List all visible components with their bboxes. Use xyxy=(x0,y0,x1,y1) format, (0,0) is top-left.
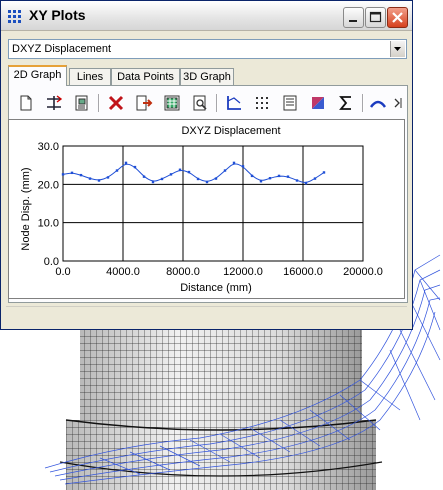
delete-button[interactable] xyxy=(106,93,126,113)
minimize-icon xyxy=(349,20,357,22)
curve-button[interactable] xyxy=(368,93,388,113)
y-tick-label: 10.0 xyxy=(38,218,59,230)
axes-button[interactable] xyxy=(224,93,244,113)
copy-button[interactable] xyxy=(72,93,92,113)
y-tick-label: 20.0 xyxy=(38,179,59,191)
export-button[interactable] xyxy=(134,93,154,113)
print-preview-icon xyxy=(193,95,207,111)
grid-icon xyxy=(256,97,268,109)
chart-series xyxy=(61,161,326,185)
data-point xyxy=(223,169,227,172)
dropdown-value: DXYZ Displacement xyxy=(12,43,112,55)
properties-icon xyxy=(283,95,297,111)
data-point xyxy=(151,180,155,184)
chart-grid xyxy=(62,145,364,262)
data-point xyxy=(142,175,146,178)
data-point xyxy=(79,173,83,177)
close-icon xyxy=(392,12,403,23)
print-button[interactable] xyxy=(162,93,182,113)
series-line xyxy=(62,163,325,183)
sum-icon xyxy=(339,96,351,110)
y-tick-label: 30.0 xyxy=(38,141,59,153)
y-axis-label: Node Disp. (mm) xyxy=(20,167,32,250)
grid-button[interactable] xyxy=(252,93,272,113)
data-point xyxy=(232,161,236,165)
y-tick-label: 0.0 xyxy=(44,256,59,268)
app-grid-icon xyxy=(8,10,21,23)
data-point xyxy=(205,180,209,184)
data-point xyxy=(241,165,245,168)
data-point xyxy=(259,180,263,183)
dropdown-arrow-button[interactable] xyxy=(390,41,405,57)
maximize-icon xyxy=(369,11,382,23)
x-tick-label: 20000.0 xyxy=(343,266,383,278)
x-tick-label: 16000.0 xyxy=(283,266,323,278)
xy-plots-window: XY Plots DXYZ Displacement 2D Graph Line… xyxy=(0,0,413,330)
data-point xyxy=(322,171,326,174)
x-tick-label: 8000.0 xyxy=(166,266,200,278)
data-point xyxy=(61,173,65,176)
plot-select-dropdown[interactable]: DXYZ Displacement xyxy=(8,39,407,59)
tab-2d-graph[interactable]: 2D Graph xyxy=(8,65,67,86)
more-button[interactable] xyxy=(392,93,404,113)
delete-icon xyxy=(108,95,124,111)
data-point xyxy=(106,176,110,179)
print-icon xyxy=(164,95,180,111)
print-preview-button[interactable] xyxy=(190,93,210,113)
fill-icon xyxy=(312,97,324,109)
x-axis-label: Distance (mm) xyxy=(180,282,252,294)
fit-button[interactable] xyxy=(44,93,64,113)
curve-icon xyxy=(369,100,387,108)
graph-area[interactable]: DXYZ Displacement 0.0 4000.0 8000.0 12000.0… xyxy=(8,119,405,299)
tab-data-points[interactable]: Data Points xyxy=(111,68,180,86)
chart-ticks: 0.0 4000.0 8000.0 12000.0 16000.0 20000.00.01… xyxy=(38,141,383,278)
sum-button[interactable] xyxy=(336,93,356,113)
status-bar xyxy=(6,306,407,324)
tab-3d-graph[interactable]: 3D Graph xyxy=(180,68,234,86)
minimize-button[interactable] xyxy=(343,7,364,28)
x-tick-label: 12000.0 xyxy=(223,266,263,278)
title-bar[interactable]: XY Plots xyxy=(1,1,412,31)
window-title: XY Plots xyxy=(29,7,86,23)
chevron-down-icon xyxy=(394,47,401,51)
data-point xyxy=(295,179,299,182)
axes-icon xyxy=(227,96,241,110)
data-point xyxy=(124,161,128,165)
close-button[interactable] xyxy=(387,7,408,28)
export-icon xyxy=(136,95,153,111)
new-icon xyxy=(20,95,32,111)
data-point xyxy=(169,173,173,176)
data-point xyxy=(196,177,200,181)
data-point xyxy=(277,174,281,178)
fill-button[interactable] xyxy=(308,93,328,113)
data-point xyxy=(268,177,272,180)
more-icon xyxy=(394,98,402,108)
graph-toolbar xyxy=(14,91,404,115)
copy-icon xyxy=(75,95,88,111)
data-point xyxy=(178,168,182,171)
data-point xyxy=(214,177,218,180)
data-point xyxy=(70,171,74,175)
data-point xyxy=(286,175,290,178)
fit-icon xyxy=(47,95,63,110)
xy-chart: DXYZ Displacement 0.0 4000.0 8000.0 12000.0… xyxy=(20,125,383,294)
data-point xyxy=(115,169,119,172)
data-point xyxy=(304,181,308,185)
x-tick-label: 4000.0 xyxy=(106,266,140,278)
maximize-button[interactable] xyxy=(365,7,386,28)
data-point xyxy=(88,177,92,180)
tab-lines[interactable]: Lines xyxy=(69,68,111,86)
properties-button[interactable] xyxy=(280,93,300,113)
plot-frame xyxy=(62,145,364,262)
data-point xyxy=(160,177,164,181)
data-point xyxy=(97,179,101,182)
chart-title: DXYZ Displacement xyxy=(181,125,280,137)
data-point xyxy=(187,170,191,174)
data-point xyxy=(313,177,317,180)
data-point xyxy=(133,165,137,169)
data-point xyxy=(250,174,254,178)
new-button[interactable] xyxy=(16,93,36,113)
